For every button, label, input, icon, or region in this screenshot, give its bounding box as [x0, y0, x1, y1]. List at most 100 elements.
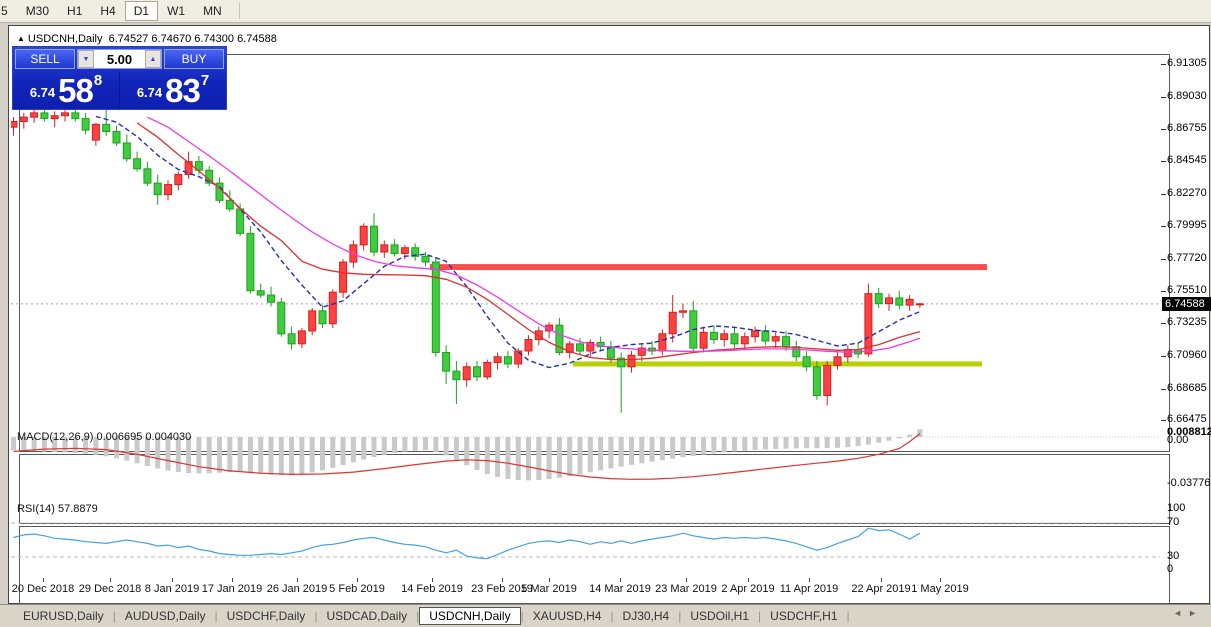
- timeframe-button-5[interactable]: 5: [0, 1, 17, 21]
- candle: [628, 355, 635, 366]
- current-price-tag: 6.74588: [1162, 297, 1211, 311]
- candle: [762, 331, 769, 341]
- volume-increase-icon[interactable]: ▲: [145, 50, 161, 68]
- date-axis-label: 22 Apr 2019: [851, 583, 910, 595]
- ma-fast-line: [96, 116, 920, 367]
- candle: [175, 175, 182, 185]
- macd-bar: [856, 437, 861, 446]
- candle: [494, 357, 501, 363]
- candle: [340, 262, 347, 292]
- macd-bar: [392, 437, 397, 453]
- price-axis-tick: [1161, 64, 1166, 65]
- candle: [329, 292, 336, 324]
- candle: [680, 311, 687, 312]
- macd-bar: [413, 437, 418, 451]
- macd-bar: [299, 437, 304, 474]
- macd-bar: [11, 437, 16, 450]
- macd-bar: [578, 437, 583, 474]
- tab-usdoil-h1[interactable]: USDOil,H1: [681, 607, 758, 625]
- price-axis-tick: [1161, 194, 1166, 195]
- sell-button[interactable]: SELL: [15, 49, 75, 69]
- macd-bar: [629, 437, 634, 465]
- rsi-axis-label: 30: [1167, 550, 1179, 562]
- macd-bar: [794, 437, 799, 448]
- buy-price[interactable]: 6.74 83 7: [120, 71, 226, 107]
- date-axis-tick: [748, 578, 749, 582]
- tab-eurusd-daily[interactable]: EURUSD,Daily: [14, 607, 113, 625]
- candle: [803, 357, 810, 367]
- macd-bar: [588, 437, 593, 472]
- macd-bar: [402, 437, 407, 452]
- date-axis-tick: [549, 578, 550, 582]
- date-axis-label: 20 Dec 2018: [12, 583, 74, 595]
- tab-usdcad-daily[interactable]: USDCAD,Daily: [317, 607, 416, 625]
- macd-bar: [897, 437, 902, 438]
- macd-bar: [742, 437, 747, 451]
- date-axis-tick: [172, 578, 173, 582]
- candle: [278, 302, 285, 334]
- sell-price-small: 6.74: [30, 85, 55, 100]
- collapse-arrow-icon[interactable]: ▲: [17, 34, 25, 43]
- timeframe-button-h1[interactable]: H1: [58, 1, 91, 21]
- timeframe-button-w1[interactable]: W1: [158, 1, 194, 21]
- candle: [319, 311, 326, 324]
- date-axis-label: 14 Feb 2019: [401, 583, 463, 595]
- tab-usdchf-h1[interactable]: USDCHF,H1: [761, 607, 846, 625]
- timeframe-button-h4[interactable]: H4: [91, 1, 124, 21]
- date-axis-label: 23 Mar 2019: [655, 583, 717, 595]
- price-axis-label: 6.91305: [1167, 57, 1207, 69]
- date-axis-label: 11 Apr 2019: [780, 583, 839, 595]
- volume-input[interactable]: 5.00: [94, 52, 145, 67]
- macd-bar: [196, 437, 201, 473]
- symbol-tab-bar: EURUSD,Daily|AUDUSD,Daily|USDCHF,Daily|U…: [0, 604, 1211, 627]
- candle: [31, 113, 38, 117]
- tab-dj30-h4[interactable]: DJ30,H4: [614, 607, 679, 625]
- timeframe-button-d1[interactable]: D1: [125, 1, 158, 21]
- macd-bar: [505, 437, 510, 479]
- rsi-indicator-label: RSI(14) 57.8879: [17, 503, 98, 515]
- tab-audusd-daily[interactable]: AUDUSD,Daily: [116, 607, 215, 625]
- macd-bar: [310, 437, 315, 472]
- candle: [504, 357, 511, 364]
- tab-scroll-right-icon[interactable]: ►: [1188, 608, 1203, 618]
- candle: [752, 331, 759, 337]
- candle: [721, 334, 728, 340]
- candle: [401, 248, 408, 254]
- candle: [772, 337, 779, 341]
- candle: [710, 332, 717, 339]
- macd-bar: [567, 437, 572, 476]
- date-axis-label: 14 Mar 2019: [589, 583, 651, 595]
- tab-scroll-left-icon[interactable]: ◄: [1173, 608, 1188, 618]
- macd-bar: [866, 437, 871, 445]
- macd-bar: [536, 437, 541, 480]
- candle: [391, 245, 398, 254]
- macd-bar: [639, 437, 644, 463]
- candle: [813, 367, 820, 396]
- candle: [484, 362, 491, 376]
- rsi-canvas[interactable]: [11, 501, 1160, 577]
- buy-button[interactable]: BUY: [164, 49, 224, 69]
- candle: [92, 124, 99, 140]
- volume-decrease-icon[interactable]: ▼: [78, 50, 94, 68]
- candle: [731, 334, 738, 344]
- tab-usdchf-daily[interactable]: USDCHF,Daily: [218, 607, 315, 625]
- timeframe-button-m30[interactable]: M30: [17, 1, 58, 21]
- tab-usdcnh-daily[interactable]: USDCNH,Daily: [419, 607, 520, 625]
- candle: [309, 311, 316, 331]
- candle: [51, 116, 58, 119]
- price-axis-tick: [1161, 291, 1166, 292]
- sell-price[interactable]: 6.74 58 8: [13, 71, 120, 107]
- candle: [11, 121, 17, 127]
- tab-scroll-arrows[interactable]: ◄►: [1173, 608, 1203, 618]
- candle: [886, 298, 893, 304]
- macd-bar: [444, 437, 449, 455]
- tab-xauusd-h4[interactable]: XAUUSD,H4: [524, 607, 611, 625]
- price-axis-label: 6.66475: [1167, 413, 1207, 425]
- resistance-line[interactable]: [430, 264, 987, 270]
- candle: [371, 226, 378, 252]
- macd-bar: [835, 437, 840, 448]
- date-axis-tick: [432, 578, 433, 582]
- macd-bar: [763, 437, 768, 449]
- timeframe-button-mn[interactable]: MN: [194, 1, 231, 21]
- chart-symbol: USDCNH,Daily: [28, 33, 103, 45]
